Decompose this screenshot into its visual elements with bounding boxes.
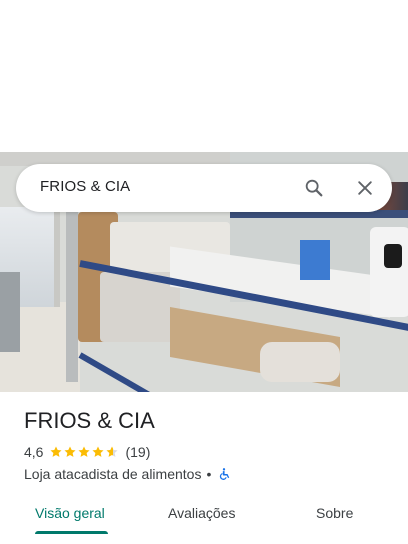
tab-reviews[interactable]: Avaliações xyxy=(168,505,235,521)
search-bar[interactable]: FRIOS & CIA xyxy=(16,164,392,212)
place-title: FRIOS & CIA xyxy=(24,408,155,433)
photo-containers xyxy=(260,342,340,382)
search-query-text[interactable]: FRIOS & CIA xyxy=(40,178,130,195)
separator-dot: • xyxy=(206,466,212,482)
star-icon xyxy=(78,446,91,457)
wheelchair-accessible-icon xyxy=(217,467,231,481)
tab-overview[interactable]: Visão geral xyxy=(35,505,105,521)
star-icon xyxy=(50,446,63,457)
top-blank-area xyxy=(0,0,408,152)
star-icon xyxy=(64,446,77,457)
category-label: Loja atacadista de alimentos xyxy=(24,466,202,482)
active-tab-indicator xyxy=(35,531,108,534)
search-icon[interactable] xyxy=(302,176,326,200)
rating-stars xyxy=(49,445,119,459)
rating-row[interactable]: 4,6 (19) xyxy=(24,443,150,461)
photo-counter xyxy=(0,272,20,352)
photo-bag xyxy=(370,227,408,317)
photo-blue-box xyxy=(300,240,330,280)
rating-value: 4,6 xyxy=(24,444,44,460)
photo-bag-print xyxy=(384,244,402,268)
star-half-icon xyxy=(106,446,119,457)
tab-bar: Visão geral Avaliações Sobre xyxy=(0,493,408,544)
star-icon xyxy=(92,446,105,457)
tab-about[interactable]: Sobre xyxy=(316,505,353,521)
close-icon[interactable] xyxy=(353,176,377,200)
category-row: Loja atacadista de alimentos • xyxy=(24,465,231,483)
review-count[interactable]: (19) xyxy=(125,444,150,460)
photo-shelf-upright xyxy=(66,212,78,382)
